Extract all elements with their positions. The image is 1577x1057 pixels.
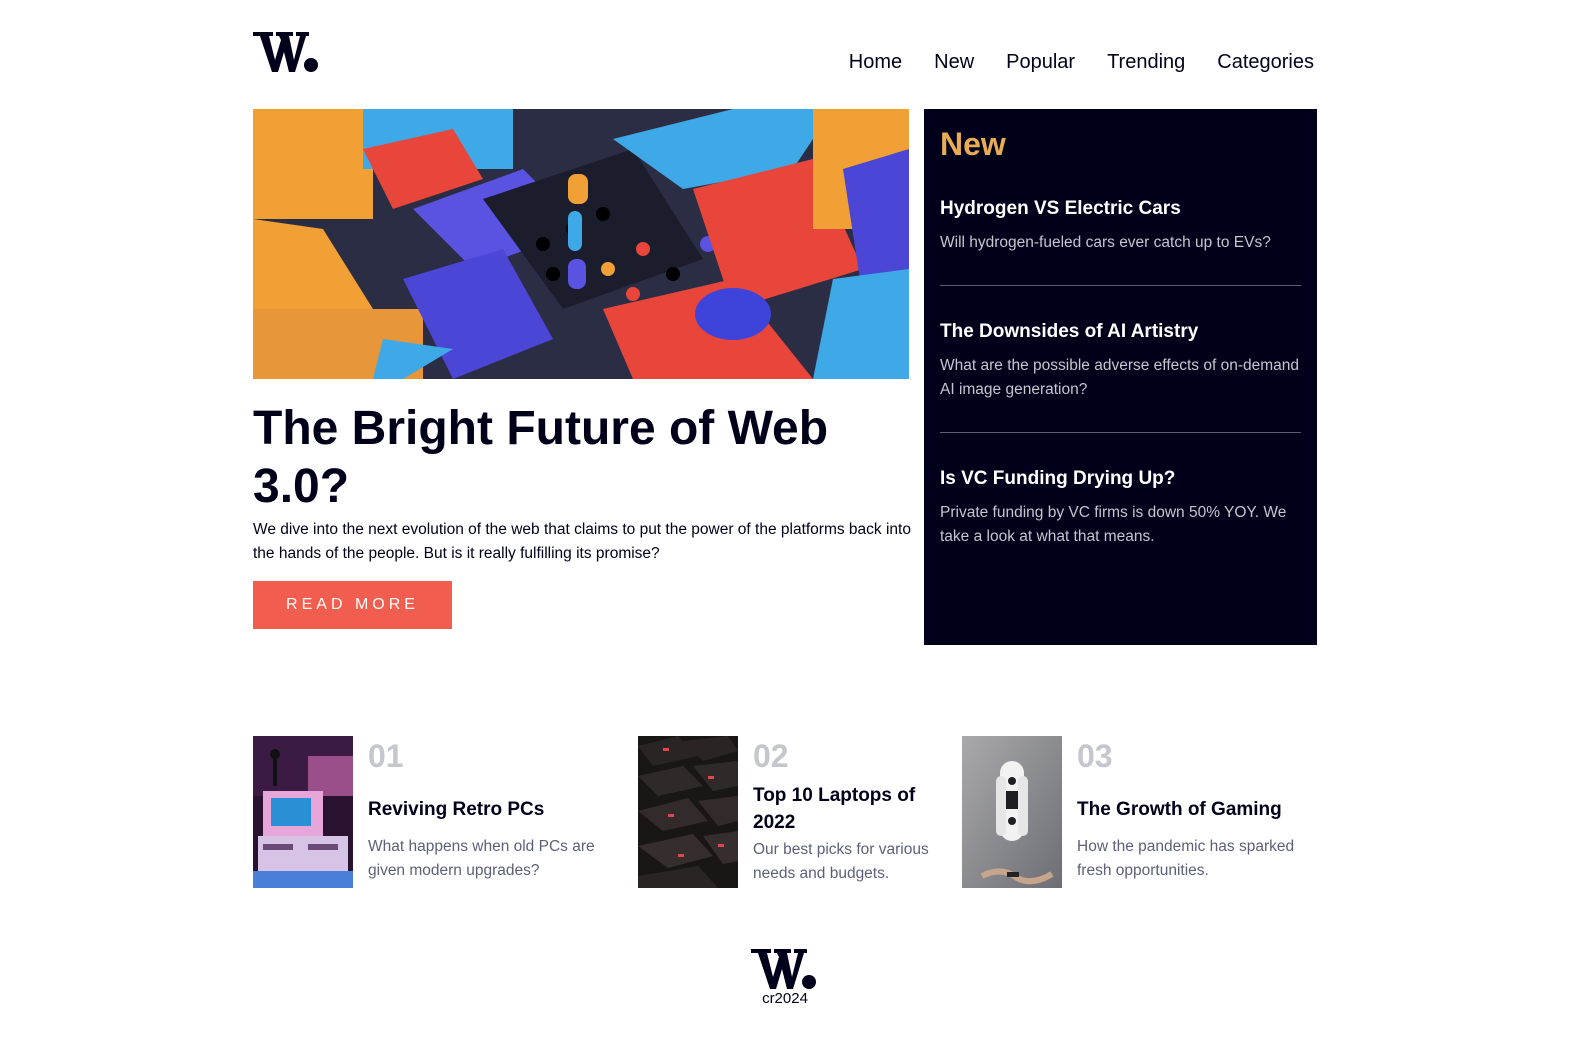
new-item: Is VC Funding Drying Up? Private funding… xyxy=(940,467,1301,579)
footer-logo-icon[interactable] xyxy=(751,947,817,989)
hero-description: We dive into the next evolution of the w… xyxy=(253,521,911,562)
nav-popular[interactable]: Popular xyxy=(1006,50,1075,74)
nav-trending[interactable]: Trending xyxy=(1107,50,1185,74)
keyboard-image[interactable] xyxy=(638,736,738,888)
article-card: 01 Reviving Retro PCs What happens when … xyxy=(253,736,618,888)
card-number: 01 xyxy=(368,738,404,774)
game-controller-image[interactable] xyxy=(962,736,1062,888)
card-description: What happens when old PCs are given mode… xyxy=(368,838,595,879)
card-description: Our best picks for various needs and bud… xyxy=(753,841,929,882)
main-nav: Home New Popular Trending Categories xyxy=(849,50,1314,74)
new-item-description: What are the possible adverse effects of… xyxy=(940,357,1300,398)
card-title[interactable]: The Growth of Gaming xyxy=(1077,796,1322,823)
hero-title[interactable]: The Bright Future of Web 3.0? xyxy=(253,400,913,516)
article-card: 02 Top 10 Laptops of 2022 Our best picks… xyxy=(638,736,953,888)
nav-categories[interactable]: Categories xyxy=(1217,50,1314,74)
nav-home[interactable]: Home xyxy=(849,50,902,74)
new-item-title[interactable]: Is VC Funding Drying Up? xyxy=(940,467,1301,491)
new-item-title[interactable]: The Downsides of AI Artistry xyxy=(940,320,1301,344)
new-item-description: Private funding by VC firms is down 50% … xyxy=(940,504,1287,545)
footer-copyright: cr2024 xyxy=(762,990,808,1007)
read-more-button[interactable]: READ MORE xyxy=(253,581,452,629)
hero-image xyxy=(253,109,909,379)
card-number: 02 xyxy=(753,738,789,774)
new-item: The Downsides of AI Artistry What are th… xyxy=(940,320,1301,433)
card-description: How the pandemic has sparked fresh oppor… xyxy=(1077,838,1295,879)
new-heading: New xyxy=(940,126,1006,162)
card-title[interactable]: Top 10 Laptops of 2022 xyxy=(753,782,953,836)
retro-pc-image[interactable] xyxy=(253,736,353,888)
article-card: 03 The Growth of Gaming How the pandemic… xyxy=(962,736,1322,888)
logo-icon[interactable] xyxy=(253,30,319,72)
new-item: Hydrogen VS Electric Cars Will hydrogen-… xyxy=(940,197,1301,286)
new-item-description: Will hydrogen-fueled cars ever catch up … xyxy=(940,234,1271,251)
nav-new[interactable]: New xyxy=(934,50,974,74)
abstract-3d-blocks-image xyxy=(253,109,909,379)
new-item-title[interactable]: Hydrogen VS Electric Cars xyxy=(940,197,1301,221)
card-number: 03 xyxy=(1077,738,1113,774)
card-title[interactable]: Reviving Retro PCs xyxy=(368,796,618,823)
new-panel: New Hydrogen VS Electric Cars Will hydro… xyxy=(924,109,1317,645)
